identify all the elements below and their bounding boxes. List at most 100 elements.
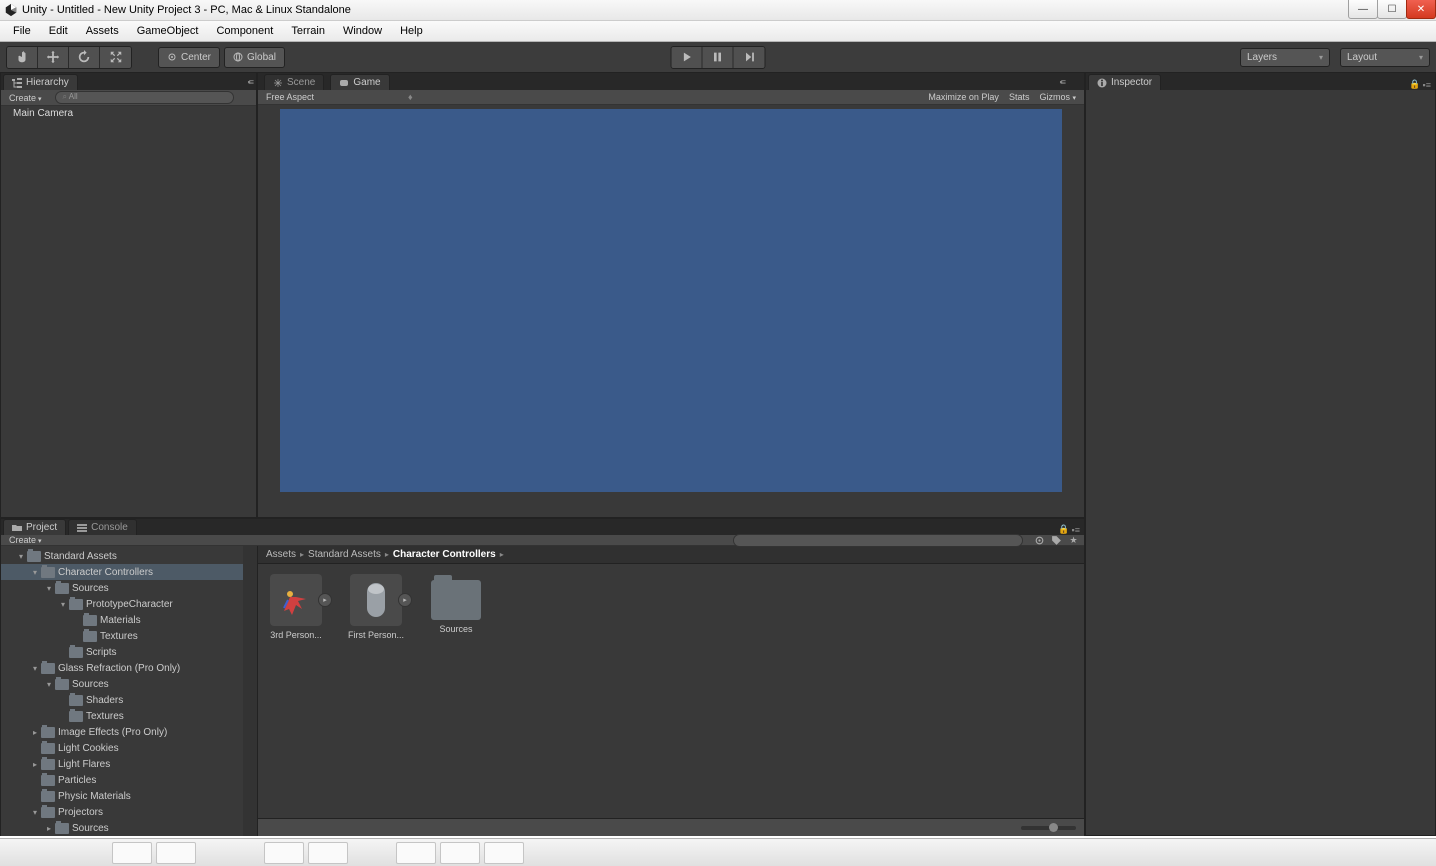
menu-file[interactable]: File xyxy=(4,23,40,39)
breadcrumb-current[interactable]: Character Controllers xyxy=(393,549,496,560)
chevron-right-icon: ▸ xyxy=(300,550,304,559)
scene-tab[interactable]: Scene xyxy=(264,74,324,90)
maximize-on-play-toggle[interactable]: Maximize on Play xyxy=(928,92,999,102)
tree-toggle-icon[interactable]: ▾ xyxy=(15,552,27,561)
project-tab[interactable]: Project xyxy=(3,519,66,535)
play-icon[interactable]: ▸ xyxy=(398,593,412,607)
tree-toggle-icon[interactable]: ▸ xyxy=(29,728,41,737)
move-tool[interactable] xyxy=(38,47,69,68)
menu-component[interactable]: Component xyxy=(207,23,282,39)
tree-toggle-icon[interactable]: ▾ xyxy=(29,664,41,673)
tree-toggle-icon[interactable]: ▸ xyxy=(43,824,55,833)
lock-icon[interactable]: 🔒 xyxy=(1409,79,1420,90)
tree-item[interactable]: Scripts xyxy=(1,644,257,660)
tree-toggle-icon[interactable]: ▾ xyxy=(57,600,69,609)
layers-dropdown[interactable]: Layers xyxy=(1240,48,1330,67)
space-toggle[interactable]: Global xyxy=(224,47,285,68)
minimize-button[interactable]: — xyxy=(1348,0,1378,19)
project-search-input[interactable] xyxy=(733,534,1023,547)
hierarchy-tab[interactable]: Hierarchy xyxy=(3,74,78,90)
tree-item[interactable]: ▾Projectors xyxy=(1,804,257,820)
gizmos-dropdown[interactable]: Gizmos ▾ xyxy=(1039,92,1076,102)
game-viewport[interactable] xyxy=(280,109,1062,492)
close-button[interactable]: ✕ xyxy=(1406,0,1436,19)
asset-item[interactable]: ▸3rd Person... xyxy=(268,574,324,640)
breadcrumb-assets[interactable]: Assets xyxy=(266,549,296,560)
unity-icon xyxy=(4,3,18,17)
rotate-tool[interactable] xyxy=(69,47,100,68)
tree-item[interactable]: Particles xyxy=(1,772,257,788)
stats-toggle[interactable]: Stats xyxy=(1009,92,1030,102)
folder-icon xyxy=(431,580,481,620)
hierarchy-create-button[interactable]: Create xyxy=(5,93,45,103)
tree-item[interactable]: Shaders xyxy=(1,692,257,708)
filter-type-icon[interactable] xyxy=(1033,534,1046,547)
panel-options-icon[interactable]: ▪≡ xyxy=(1060,77,1064,87)
thumbnail-size-slider[interactable] xyxy=(1021,826,1076,830)
start-button[interactable] xyxy=(6,839,44,866)
tree-item[interactable]: ▸Sources xyxy=(1,820,257,836)
tree-item[interactable]: ▾Sources xyxy=(1,676,257,692)
taskbar-item[interactable] xyxy=(440,842,480,864)
taskbar-item[interactable] xyxy=(484,842,524,864)
hierarchy-search-input[interactable]: ⌕ All xyxy=(55,91,234,104)
play-button[interactable] xyxy=(672,47,703,68)
tree-item[interactable]: Textures xyxy=(1,628,257,644)
tree-item[interactable]: Light Cookies xyxy=(1,740,257,756)
pause-button[interactable] xyxy=(703,47,734,68)
tree-item[interactable]: ▾Standard Assets xyxy=(1,548,257,564)
aspect-dropdown[interactable]: Free Aspect xyxy=(266,92,314,102)
project-tree[interactable]: ▾Standard Assets▾Character Controllers▾S… xyxy=(1,546,258,836)
project-create-button[interactable]: Create xyxy=(5,535,45,545)
folder-icon xyxy=(41,567,55,578)
filter-label-icon[interactable] xyxy=(1050,534,1063,547)
tree-toggle-icon[interactable]: ▾ xyxy=(43,584,55,593)
tree-item[interactable]: Materials xyxy=(1,612,257,628)
asset-item[interactable]: Sources xyxy=(428,574,484,634)
layout-dropdown[interactable]: Layout xyxy=(1340,48,1430,67)
taskbar-item[interactable] xyxy=(156,842,196,864)
taskbar-item[interactable] xyxy=(396,842,436,864)
play-icon[interactable]: ▸ xyxy=(318,593,332,607)
menu-terrain[interactable]: Terrain xyxy=(282,23,334,39)
panel-options-icon[interactable]: ▪≡ xyxy=(1423,80,1431,90)
taskbar-item[interactable] xyxy=(308,842,348,864)
tree-item[interactable]: ▾Sources xyxy=(1,580,257,596)
tree-item[interactable]: Textures xyxy=(1,708,257,724)
menu-assets[interactable]: Assets xyxy=(77,23,128,39)
menu-window[interactable]: Window xyxy=(334,23,391,39)
inspector-tab[interactable]: Inspector xyxy=(1088,74,1161,90)
hierarchy-item-main-camera[interactable]: Main Camera xyxy=(1,106,256,121)
game-tab[interactable]: Game xyxy=(330,74,389,90)
panel-options-icon[interactable]: ▪≡ xyxy=(248,77,252,87)
tree-item[interactable]: ▾PrototypeCharacter xyxy=(1,596,257,612)
hand-tool[interactable] xyxy=(7,47,38,68)
menu-gameobject[interactable]: GameObject xyxy=(128,23,208,39)
console-icon xyxy=(77,523,87,533)
scrollbar[interactable] xyxy=(243,546,257,836)
console-tab[interactable]: Console xyxy=(68,519,137,535)
asset-item[interactable]: ▸First Person... xyxy=(348,574,404,640)
tree-item[interactable]: ▾Glass Refraction (Pro Only) xyxy=(1,660,257,676)
maximize-button[interactable]: ☐ xyxy=(1377,0,1407,19)
tree-item[interactable]: ▸Light Flares xyxy=(1,756,257,772)
tree-item[interactable]: ▸Image Effects (Pro Only) xyxy=(1,724,257,740)
tree-item-label: Character Controllers xyxy=(58,567,153,578)
tree-toggle-icon[interactable]: ▾ xyxy=(43,680,55,689)
step-button[interactable] xyxy=(734,47,765,68)
menu-edit[interactable]: Edit xyxy=(40,23,77,39)
scale-tool[interactable] xyxy=(100,47,131,68)
inspector-tab-label: Inspector xyxy=(1111,77,1152,88)
menu-help[interactable]: Help xyxy=(391,23,432,39)
taskbar-item[interactable] xyxy=(112,842,152,864)
tree-item[interactable]: Physic Materials xyxy=(1,788,257,804)
taskbar-item[interactable] xyxy=(264,842,304,864)
tree-toggle-icon[interactable]: ▸ xyxy=(29,760,41,769)
pivot-toggle[interactable]: Center xyxy=(158,47,220,68)
tree-item[interactable]: ▾ Character Controllers xyxy=(1,564,257,580)
tree-toggle-icon[interactable]: ▾ xyxy=(29,568,41,577)
tree-toggle-icon[interactable]: ▾ xyxy=(29,808,41,817)
breadcrumb-standard-assets[interactable]: Standard Assets xyxy=(308,549,381,560)
save-search-icon[interactable]: ★ xyxy=(1067,534,1080,547)
folder-icon xyxy=(55,583,69,594)
